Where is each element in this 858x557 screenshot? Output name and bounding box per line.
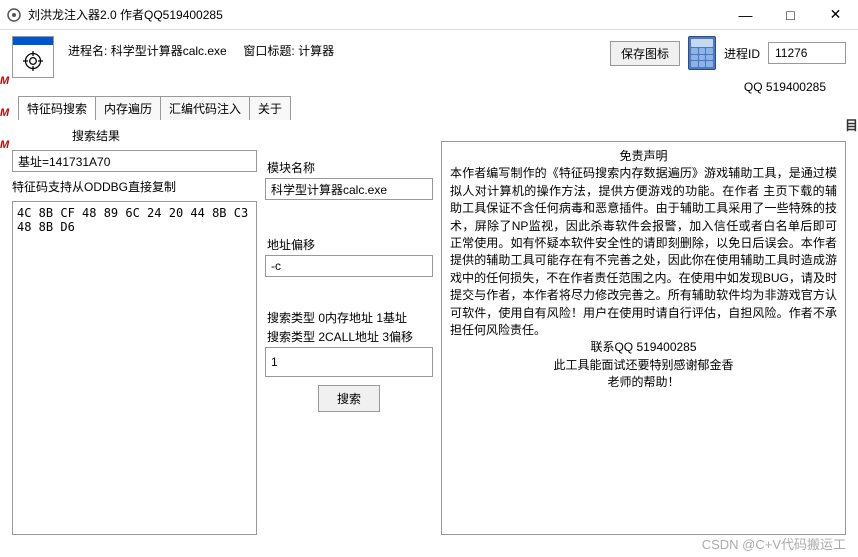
titlebar: 刘洪龙注入器2.0 作者QQ519400285 — □ ✕ [0, 0, 858, 30]
right-cropped-fragment: 目 [845, 115, 858, 134]
offset-label: 地址偏移 [265, 236, 433, 253]
module-name-input[interactable] [265, 178, 433, 200]
app-icon [6, 7, 22, 23]
minimize-button[interactable]: — [723, 0, 768, 29]
oddbg-note: 特征码支持从ODDBG直接复制 [12, 178, 257, 195]
base-address-input[interactable] [12, 150, 257, 172]
tab-bar: 特征码搜索 内存遍历 汇编代码注入 关于 [0, 96, 858, 121]
disclaimer-thanks-1: 此工具能面试还要特别感谢郁金香 [450, 357, 837, 374]
tab-asm-inject[interactable]: 汇编代码注入 [160, 96, 250, 120]
results-label: 搜索结果 [70, 127, 257, 144]
close-button[interactable]: ✕ [813, 0, 858, 29]
disclaimer-box: 免责声明 本作者编写制作的《特征码搜索内存数据遍历》游戏辅助工具，是通过模拟人对… [441, 141, 846, 535]
pid-label: 进程ID [724, 45, 760, 62]
signature-results[interactable]: 4C 8B CF 48 89 6C 24 20 44 8B C3 48 8B D… [12, 201, 257, 535]
process-name-label: 进程名: [68, 44, 107, 58]
search-type-label-2: 搜索类型 2CALL地址 3偏移 [265, 328, 433, 345]
tab-memory-traverse[interactable]: 内存遍历 [95, 96, 161, 120]
window-title-label: 窗口标题: [243, 44, 294, 58]
qq-contact: QQ 519400285 [744, 76, 846, 94]
window-title-value: 计算器 [298, 44, 334, 58]
process-name-value: 科学型计算器calc.exe [111, 44, 227, 58]
disclaimer-body: 本作者编写制作的《特征码搜索内存数据遍历》游戏辅助工具，是通过模拟人对计算机的操… [450, 165, 837, 339]
search-type-input[interactable] [265, 347, 433, 377]
tab-about[interactable]: 关于 [249, 96, 291, 120]
module-name-label: 模块名称 [265, 159, 433, 176]
side-cropped-marks: M M M [0, 75, 10, 151]
offset-input[interactable] [265, 255, 433, 277]
search-type-label-1: 搜索类型 0内存地址 1基址 [265, 309, 433, 326]
header: 进程名: 科学型计算器calc.exe 窗口标题: 计算器 保存图标 进程ID … [0, 30, 858, 90]
save-icon-button[interactable]: 保存图标 [610, 41, 680, 66]
process-info: 进程名: 科学型计算器calc.exe 窗口标题: 计算器 [68, 36, 334, 59]
content-area: 搜索结果 特征码支持从ODDBG直接复制 4C 8B CF 48 89 6C 2… [0, 121, 858, 541]
tab-signature-search[interactable]: 特征码搜索 [18, 96, 96, 120]
disclaimer-title: 免责声明 [450, 148, 837, 165]
window-controls: — □ ✕ [723, 0, 858, 29]
pid-input[interactable] [768, 42, 846, 64]
disclaimer-thanks-2: 老师的帮助！ [450, 374, 837, 391]
target-icon [23, 51, 43, 71]
process-icon-box [12, 36, 54, 78]
search-button[interactable]: 搜索 [318, 385, 380, 412]
window-title: 刘洪龙注入器2.0 作者QQ519400285 [28, 6, 723, 23]
disclaimer-contact: 联系QQ 519400285 [450, 339, 837, 356]
maximize-button[interactable]: □ [768, 0, 813, 29]
calculator-icon [688, 36, 716, 70]
